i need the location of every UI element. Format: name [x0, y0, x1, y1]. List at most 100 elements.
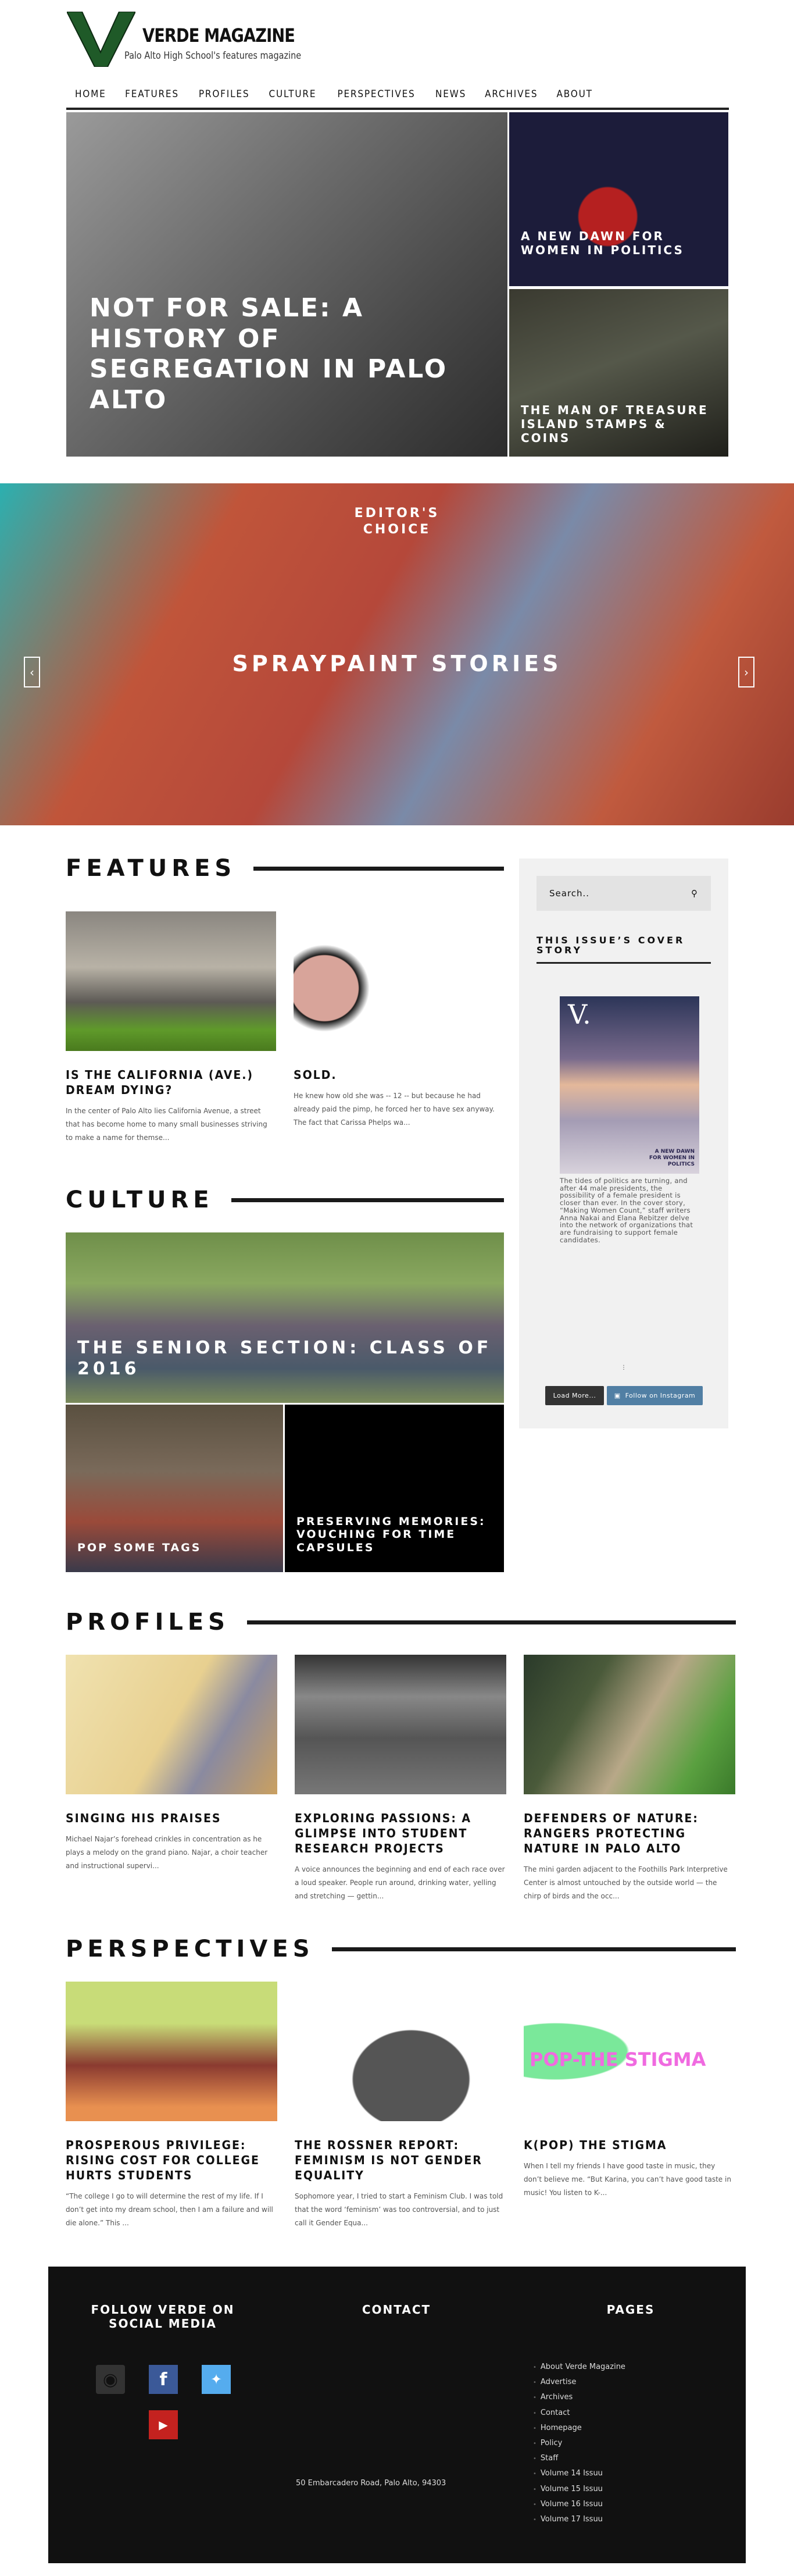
article-excerpt: Michael Najar’s forehead crinkles in con… [66, 1835, 268, 1870]
section-heading: CULTURE [66, 1187, 504, 1213]
pages-heading: PAGES [606, 2303, 655, 2317]
article-card[interactable]: THE ROSSNER REPORT: FEMINISM IS NOT GEND… [295, 1982, 506, 2230]
follow-instagram-button[interactable]: ▣ Follow on Instagram [607, 1386, 703, 1405]
slide-title[interactable]: SPRAYPAINT STORIES [0, 651, 794, 676]
article-title[interactable]: THE ROSSNER REPORT: FEMINISM IS NOT GEND… [295, 2137, 496, 2183]
search-icon[interactable]: ⚲ [691, 888, 698, 899]
nav-profiles[interactable]: PROFILES [192, 86, 256, 108]
tagline: Palo Alto High School's features magazin… [124, 50, 302, 62]
instagram-icon[interactable]: ◉ [96, 2365, 125, 2394]
article-title[interactable]: IS THE CALIFORNIA (AVE.) DREAM DYING? [66, 1067, 266, 1098]
youtube-icon[interactable]: ▶ [149, 2410, 178, 2439]
profiles-section: PROFILES SINGING HIS PRAISES Michael Naj… [66, 1609, 736, 1903]
hero-main-story[interactable]: NOT FOR SALE: A HISTORY OF SEGREGATION I… [66, 112, 507, 457]
hero-title[interactable]: A NEW DAWN FOR WOMEN IN POLITICS [509, 229, 728, 257]
footer-link[interactable]: Advertise [533, 2375, 625, 2390]
nav-culture[interactable]: CULTURE [263, 86, 323, 108]
culture-heading: CULTURE [66, 1187, 214, 1213]
heading-rule [246, 1620, 736, 1624]
instagram-icon: ▣ [614, 1392, 621, 1399]
article-card[interactable]: DEFENDERS OF NATURE: RANGERS PROTECTING … [524, 1655, 735, 1903]
cover-story-text: The tides of politics are turning, and a… [560, 1177, 693, 1244]
twitter-icon[interactable]: ✦ [202, 2365, 231, 2394]
footer-link[interactable]: Volume 14 Issuu [533, 2466, 625, 2481]
hero-title[interactable]: THE MAN OF TREASURE ISLAND STAMPS & COIN… [509, 403, 728, 445]
editors-choice-label: EDITOR'S CHOICE [354, 506, 440, 537]
prev-arrow-icon[interactable]: ‹ [24, 657, 40, 687]
social-heading: FOLLOW VERDE ON SOCIAL MEDIA [91, 2303, 235, 2331]
image-caption: POP-THE STIGMA [530, 2048, 706, 2071]
article-card[interactable]: POP-THE STIGMA K(POP) THE STIGMA When I … [524, 1982, 735, 2230]
story-title[interactable]: THE SENIOR SECTION: CLASS OF 2016 [66, 1338, 504, 1403]
editors-choice-slider[interactable]: EDITOR'S CHOICE SPRAYPAINT STORIES ‹ › [0, 483, 794, 825]
footer-link[interactable]: Volume 15 Issuu [533, 2482, 625, 2497]
hero-title[interactable]: NOT FOR SALE: A HISTORY OF SEGREGATION I… [66, 282, 507, 427]
features-heading: FEATURES [66, 855, 237, 882]
hero-story[interactable]: THE MAN OF TREASURE ISLAND STAMPS & COIN… [509, 289, 728, 457]
sidebar: Search.. ⚲ THIS ISSUE’S COVER STORY V. A … [519, 858, 728, 1428]
article-excerpt: A voice announces the beginning and end … [295, 1865, 505, 1900]
perspectives-section: PERSPECTIVES PROSPEROUS PRIVILEGE: RISIN… [66, 1936, 736, 2230]
pages-list: About Verde Magazine Advertise Archives … [533, 2360, 625, 2527]
loading-spinner-icon: ⋮ [621, 1364, 627, 1371]
heading-rule [231, 1198, 504, 1202]
article-title[interactable]: DEFENDERS OF NATURE: RANGERS PROTECTING … [524, 1811, 725, 1856]
article-card[interactable]: IS THE CALIFORNIA (AVE.) DREAM DYING? In… [66, 911, 276, 1145]
article-card[interactable]: SINGING HIS PRAISES Michael Najar’s fore… [66, 1655, 277, 1903]
cover-image-caption: A NEW DAWN FOR WOMEN IN POLITICS [649, 1149, 695, 1167]
footer-link[interactable]: Policy [533, 2436, 625, 2451]
nav-about[interactable]: ABOUT [550, 86, 599, 108]
article-title[interactable]: SINGING HIS PRAISES [66, 1811, 267, 1826]
nav-archives[interactable]: ARCHIVES [478, 86, 544, 108]
nav-features[interactable]: FEATURES [119, 86, 185, 108]
cover-image[interactable]: V. A NEW DAWN FOR WOMEN IN POLITICS [560, 996, 699, 1174]
footer-link[interactable]: Homepage [533, 2421, 625, 2436]
contact-address: 50 Embarcadero Road, Palo Alto, 94303 [296, 2479, 446, 2488]
culture-main-story[interactable]: THE SENIOR SECTION: CLASS OF 2016 [66, 1232, 504, 1403]
article-image[interactable] [295, 1982, 506, 2121]
brand-name[interactable]: VERDE MAGAZINE [142, 24, 295, 47]
footer-link[interactable]: About Verde Magazine [533, 2360, 625, 2375]
article-image[interactable] [66, 1982, 277, 2121]
article-title[interactable]: K(POP) THE STIGMA [524, 2137, 725, 2153]
footer-link[interactable]: Volume 16 Issuu [533, 2497, 625, 2512]
article-title[interactable]: EXPLORING PASSIONS: A GLIMPSE INTO STUDE… [295, 1811, 496, 1856]
perspectives-heading: PERSPECTIVES [66, 1936, 314, 1962]
footer-link[interactable]: Archives [533, 2390, 625, 2405]
article-title[interactable]: PROSPEROUS PRIVILEGE: RISING COST FOR CO… [66, 2137, 267, 2183]
article-card[interactable]: PROSPEROUS PRIVILEGE: RISING COST FOR CO… [66, 1982, 277, 2230]
story-title[interactable]: PRESERVING MEMORIES: VOUCHING FOR TIME C… [285, 1515, 504, 1572]
next-arrow-icon[interactable]: › [738, 657, 754, 687]
facebook-icon[interactable]: f [149, 2365, 178, 2394]
article-image[interactable] [294, 911, 404, 1051]
search-input[interactable]: Search.. ⚲ [537, 876, 711, 911]
section-heading: PERSPECTIVES [66, 1936, 736, 1962]
culture-story[interactable]: PRESERVING MEMORIES: VOUCHING FOR TIME C… [285, 1405, 504, 1572]
load-more-button[interactable]: Load More... [545, 1386, 604, 1405]
article-card[interactable]: SOLD. He knew how old she was -- 12 -- b… [294, 911, 504, 1145]
article-card[interactable]: EXPLORING PASSIONS: A GLIMPSE INTO STUDE… [295, 1655, 506, 1903]
nav-home[interactable]: HOME [69, 86, 112, 108]
article-excerpt: In the center of Palo Alto lies Californ… [66, 1107, 267, 1142]
article-excerpt: The mini garden adjacent to the Foothill… [524, 1865, 728, 1900]
culture-story[interactable]: POP SOME TAGS [66, 1405, 283, 1572]
article-image[interactable] [295, 1655, 506, 1794]
article-excerpt: “The college I go to will determine the … [66, 2192, 273, 2227]
article-image[interactable] [524, 1655, 735, 1794]
article-image[interactable] [66, 911, 276, 1051]
article-title[interactable]: SOLD. [294, 1067, 493, 1082]
footer: FOLLOW VERDE ON SOCIAL MEDIA CONTACT PAG… [48, 2267, 746, 2563]
main-nav: HOME FEATURES PROFILES CULTURE PERSPECTI… [66, 86, 729, 110]
culture-section: CULTURE [66, 1187, 504, 1213]
heading-rule [253, 866, 504, 871]
article-excerpt: When I tell my friends I have good taste… [524, 2162, 731, 2197]
footer-link[interactable]: Volume 17 Issuu [533, 2512, 625, 2527]
footer-link[interactable]: Contact [533, 2406, 625, 2421]
story-title[interactable]: POP SOME TAGS [66, 1541, 213, 1572]
footer-link[interactable]: Staff [533, 2451, 625, 2466]
nav-perspectives[interactable]: PERSPECTIVES [331, 86, 421, 108]
nav-news[interactable]: NEWS [429, 86, 473, 108]
article-image[interactable]: POP-THE STIGMA [524, 1982, 735, 2121]
article-image[interactable] [66, 1655, 277, 1794]
hero-story[interactable]: A NEW DAWN FOR WOMEN IN POLITICS [509, 112, 728, 286]
